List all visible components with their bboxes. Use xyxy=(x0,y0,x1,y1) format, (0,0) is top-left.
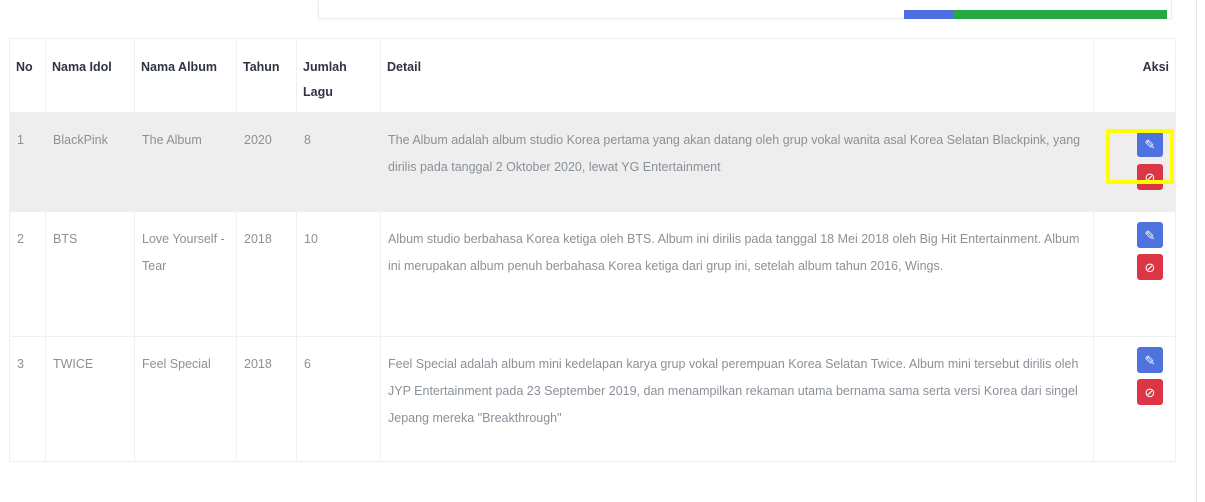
table-row: 3 TWICE Feel Special 2018 6 Feel Special… xyxy=(9,336,1176,462)
cell-detail: The Album adalah album studio Korea pert… xyxy=(380,112,1094,212)
cell-detail: Album studio berbahasa Korea ketiga oleh… xyxy=(380,211,1094,337)
pencil-icon: ✎ xyxy=(1144,227,1156,243)
delete-button[interactable]: ⊘ xyxy=(1137,254,1163,280)
header-jumlah-lagu: Jumlah Lagu xyxy=(296,38,381,113)
cell-album: Love Yourself - Tear xyxy=(134,211,237,337)
header-tahun: Tahun xyxy=(236,38,297,113)
top-button-green[interactable] xyxy=(954,10,1167,19)
cell-idol: BlackPink xyxy=(45,112,135,212)
cell-album: Feel Special xyxy=(134,336,237,462)
cell-no: 3 xyxy=(9,336,46,462)
cell-album: The Album xyxy=(134,112,237,212)
cell-no: 2 xyxy=(9,211,46,337)
cell-no: 1 xyxy=(9,112,46,212)
cell-tahun: 2018 xyxy=(236,211,297,337)
header-nama-album: Nama Album xyxy=(134,38,237,113)
top-button-blue[interactable] xyxy=(904,10,954,19)
cell-tahun: 2018 xyxy=(236,336,297,462)
delete-button[interactable]: ⊘ xyxy=(1137,379,1163,405)
edit-button[interactable]: ✎ xyxy=(1137,222,1163,248)
cell-idol: BTS xyxy=(45,211,135,337)
cell-idol: TWICE xyxy=(45,336,135,462)
cell-jumlah-lagu: 8 xyxy=(296,112,381,212)
table-row: 2 BTS Love Yourself - Tear 2018 10 Album… xyxy=(9,211,1176,337)
header-nama-idol: Nama Idol xyxy=(45,38,135,113)
header-no: No xyxy=(9,38,46,113)
table-row: 1 BlackPink The Album 2020 8 The Album a… xyxy=(9,112,1176,212)
cell-detail: Feel Special adalah album mini kedelapan… xyxy=(380,336,1094,462)
cell-aksi: ✎ ⊘ xyxy=(1093,336,1176,462)
header-detail: Detail xyxy=(380,38,1094,113)
cell-jumlah-lagu: 6 xyxy=(296,336,381,462)
pencil-icon: ✎ xyxy=(1144,352,1156,368)
ban-icon: ⊘ xyxy=(1144,259,1156,275)
cell-aksi: ✎ ⊘ xyxy=(1093,211,1176,337)
page: No Nama Idol Nama Album Tahun Jumlah Lag… xyxy=(0,0,1205,502)
highlight-box xyxy=(1106,129,1174,184)
cell-jumlah-lagu: 10 xyxy=(296,211,381,337)
cell-tahun: 2020 xyxy=(236,112,297,212)
right-divider xyxy=(1196,0,1197,502)
ban-icon: ⊘ xyxy=(1144,384,1156,400)
header-aksi: Aksi xyxy=(1093,38,1176,113)
edit-button[interactable]: ✎ xyxy=(1137,347,1163,373)
table-header-row: No Nama Idol Nama Album Tahun Jumlah Lag… xyxy=(9,38,1176,113)
album-table: No Nama Idol Nama Album Tahun Jumlah Lag… xyxy=(9,38,1176,462)
